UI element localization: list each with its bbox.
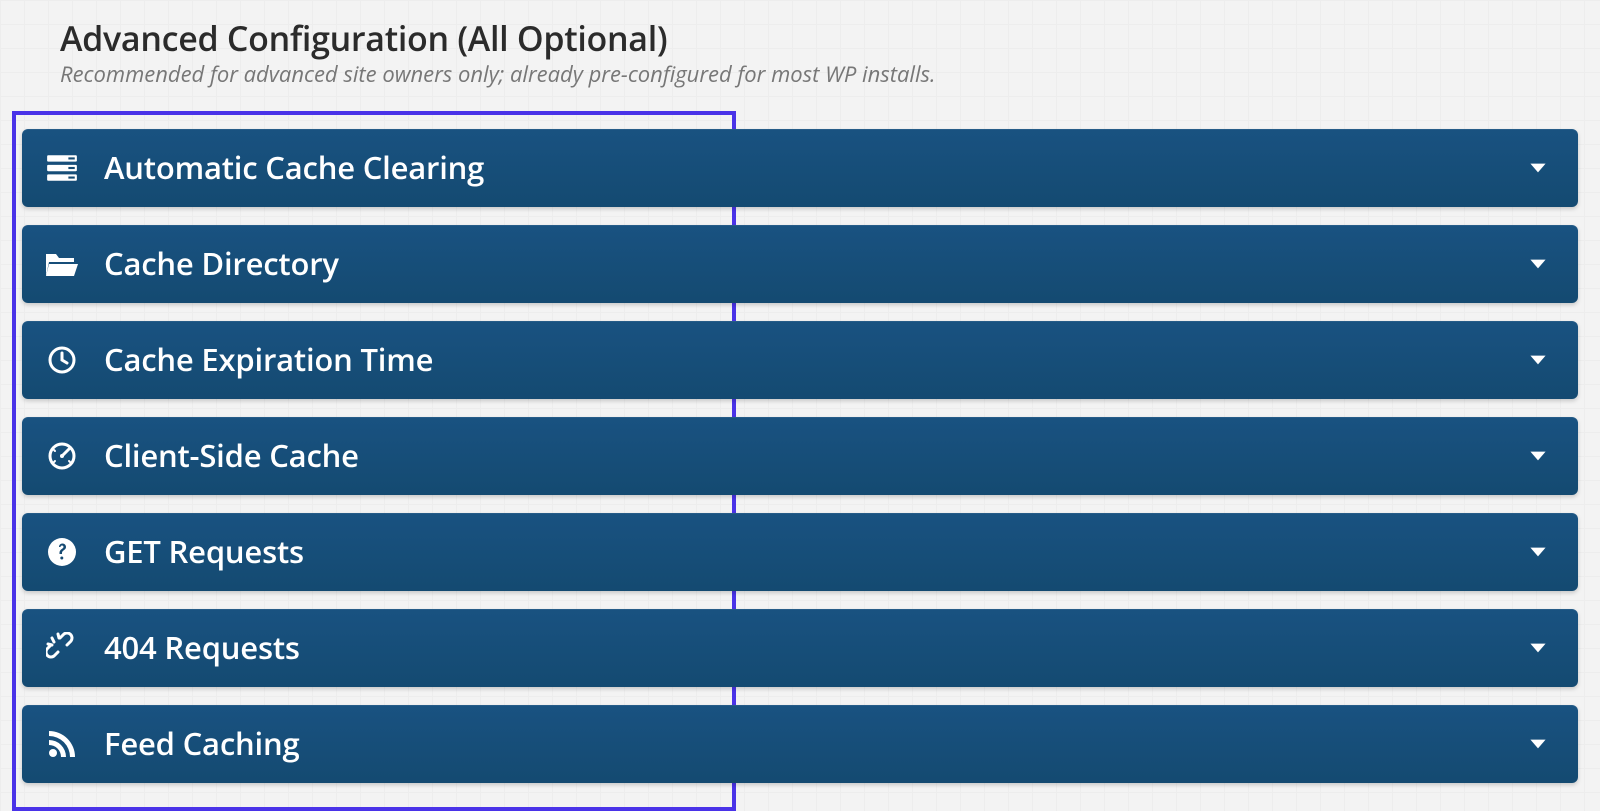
chevron-down-icon <box>1524 442 1552 470</box>
accordion: Automatic Cache Clearing Cache Directory… <box>22 129 1578 783</box>
panel-feed-caching[interactable]: Feed Caching <box>22 705 1578 783</box>
panel-label: 404 Requests <box>104 627 1524 669</box>
panel-label: Feed Caching <box>104 723 1524 765</box>
chevron-down-icon <box>1524 346 1552 374</box>
dashboard-icon <box>42 436 82 476</box>
chevron-down-icon <box>1524 154 1552 182</box>
panel-cache-expiration-time[interactable]: Cache Expiration Time <box>22 321 1578 399</box>
server-icon <box>42 148 82 188</box>
panel-label: Automatic Cache Clearing <box>104 147 1524 189</box>
chevron-down-icon <box>1524 250 1552 278</box>
section-subtitle: Recommended for advanced site owners onl… <box>60 59 1578 89</box>
panel-label: GET Requests <box>104 531 1524 573</box>
chevron-down-icon <box>1524 634 1552 662</box>
clock-icon <box>42 340 82 380</box>
question-circle-icon <box>42 532 82 572</box>
section-header: Advanced Configuration (All Optional) Re… <box>22 20 1578 89</box>
panel-cache-directory[interactable]: Cache Directory <box>22 225 1578 303</box>
broken-link-icon <box>42 628 82 668</box>
chevron-down-icon <box>1524 538 1552 566</box>
panel-client-side-cache[interactable]: Client-Side Cache <box>22 417 1578 495</box>
folder-open-icon <box>42 244 82 284</box>
panel-label: Cache Directory <box>104 243 1524 285</box>
panel-get-requests[interactable]: GET Requests <box>22 513 1578 591</box>
rss-icon <box>42 724 82 764</box>
chevron-down-icon <box>1524 730 1552 758</box>
panel-label: Cache Expiration Time <box>104 339 1524 381</box>
panel-404-requests[interactable]: 404 Requests <box>22 609 1578 687</box>
panel-label: Client-Side Cache <box>104 435 1524 477</box>
panel-automatic-cache-clearing[interactable]: Automatic Cache Clearing <box>22 129 1578 207</box>
section-title: Advanced Configuration (All Optional) <box>60 20 1578 57</box>
